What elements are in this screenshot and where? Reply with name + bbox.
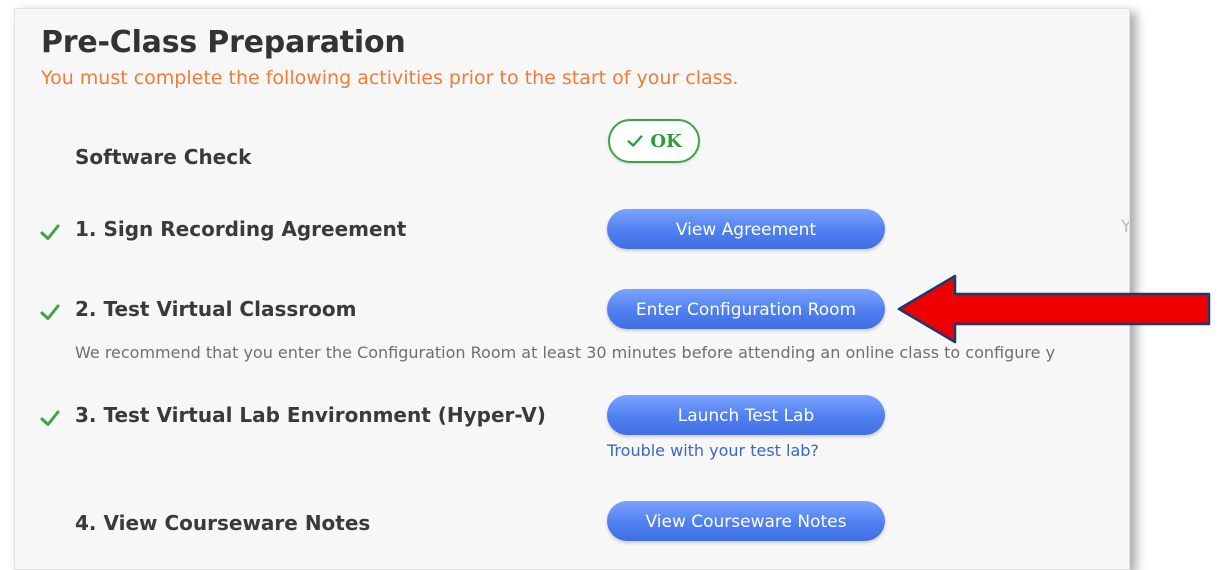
launch-test-lab-button[interactable]: Launch Test Lab	[607, 395, 885, 435]
page-title: Pre-Class Preparation	[41, 25, 406, 60]
page-subtitle: You must complete the following activiti…	[41, 67, 739, 89]
view-courseware-notes-button[interactable]: View Courseware Notes	[607, 501, 885, 541]
red-arrow-icon	[897, 274, 1211, 344]
step-2-complete-check-icon	[40, 304, 60, 320]
step-2-label: 2. Test Virtual Classroom	[75, 297, 357, 321]
software-check-label: Software Check	[75, 145, 252, 169]
step-1-label: 1. Sign Recording Agreement	[75, 217, 407, 241]
trouble-test-lab-link[interactable]: Trouble with your test lab?	[607, 441, 819, 460]
enter-configuration-room-button[interactable]: Enter Configuration Room	[607, 289, 885, 329]
step-3-complete-check-icon	[40, 410, 60, 426]
clipped-text-fragment: Y	[1121, 217, 1129, 237]
step-1-complete-check-icon	[40, 224, 60, 240]
software-check-status-badge: OK	[608, 119, 700, 163]
checkmark-icon	[627, 135, 643, 147]
view-agreement-button[interactable]: View Agreement	[607, 209, 885, 249]
step-3-label: 3. Test Virtual Lab Environment (Hyper-V…	[75, 403, 546, 427]
step-4-label: 4. View Courseware Notes	[75, 511, 371, 535]
software-check-status-text: OK	[650, 130, 682, 152]
